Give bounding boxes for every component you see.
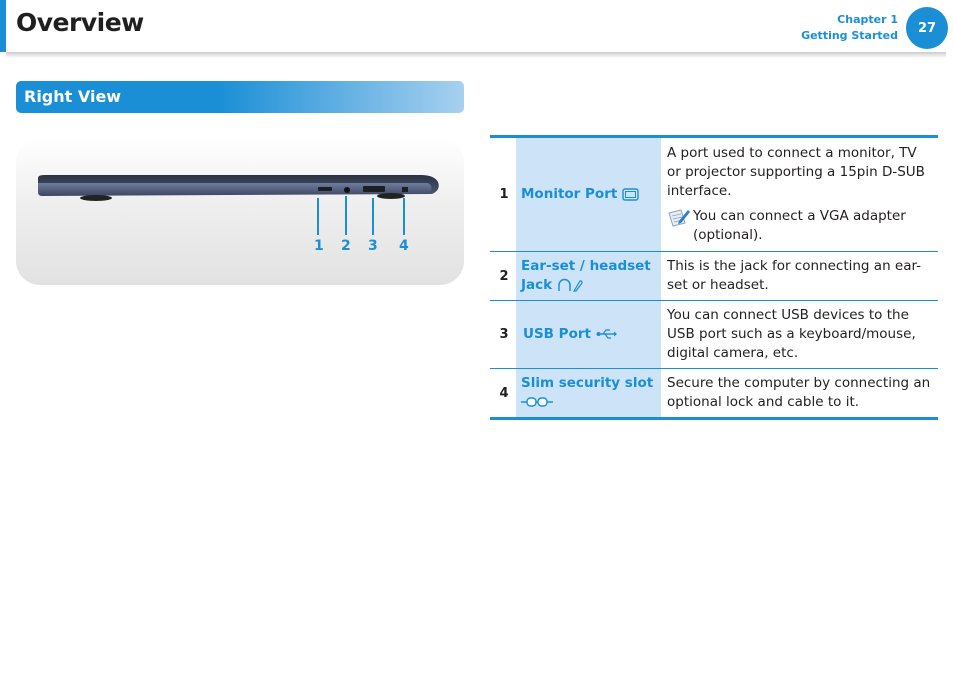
monitor-icon [622, 187, 639, 201]
port-name-cell: Monitor Port [516, 135, 661, 252]
note-text: You can connect a VGA adapter (optional)… [693, 208, 906, 243]
section-title: Right View [24, 87, 122, 106]
port-name: Ear-set / headset Jack [521, 258, 651, 293]
header-accent-bar [0, 0, 6, 52]
port-description-cell: A port used to connect a monitor, TV or … [661, 135, 938, 252]
page-header: Overview Chapter 1 Getting Started 27 [0, 0, 954, 58]
port-name: Monitor Port [521, 186, 618, 202]
chapter-name: Getting Started [801, 29, 898, 42]
ports-table: 1 Monitor Port A port used to connect a … [490, 135, 938, 420]
port-name-cell: Ear-set / headset Jack [516, 251, 661, 301]
section-heading: Right View [16, 81, 464, 113]
port-name: USB Port [523, 326, 591, 342]
port-number: 1 [490, 135, 516, 252]
note-pencil-icon [667, 207, 693, 245]
port-name: Slim security slot [521, 375, 654, 391]
table-row: 1 Monitor Port A port used to connect a … [490, 135, 938, 252]
port-name-cell: USB Port [516, 300, 661, 369]
header-divider [6, 52, 946, 58]
table-row: 4 Slim security slot Secure the computer… [490, 368, 938, 420]
headset-mic-icon [558, 278, 583, 292]
port-description: A port used to connect a monitor, TV or … [667, 145, 925, 199]
table-row: 2 Ear-set / headset Jack This is the jac… [490, 251, 938, 301]
chapter-info: Chapter 1 Getting Started [801, 12, 898, 44]
callout-lines [317, 196, 405, 235]
laptop-right-view-figure: 1 2 3 4 [16, 138, 464, 285]
callout-4: 4 [399, 238, 409, 254]
port-number: 3 [490, 300, 516, 369]
port-number: 2 [490, 251, 516, 301]
port-number: 4 [490, 368, 516, 420]
security-lock-icon [521, 397, 553, 407]
callout-2: 2 [341, 238, 351, 254]
port-description: You can connect USB devices to the USB p… [661, 300, 938, 369]
callout-3: 3 [368, 238, 378, 254]
note: You can connect a VGA adapter (optional)… [667, 207, 932, 245]
port-description: Secure the computer by connecting an opt… [661, 368, 938, 420]
usb-icon [596, 329, 617, 339]
port-name-cell: Slim security slot [516, 368, 661, 420]
page-number-badge: 27 [906, 7, 948, 49]
port-description: This is the jack for connecting an ear-s… [661, 251, 938, 301]
table-row: 3 USB Port You can connect USB devices t… [490, 300, 938, 369]
chapter-label: Chapter 1 [837, 13, 898, 26]
page-title: Overview [16, 8, 144, 37]
callout-1: 1 [314, 238, 324, 254]
